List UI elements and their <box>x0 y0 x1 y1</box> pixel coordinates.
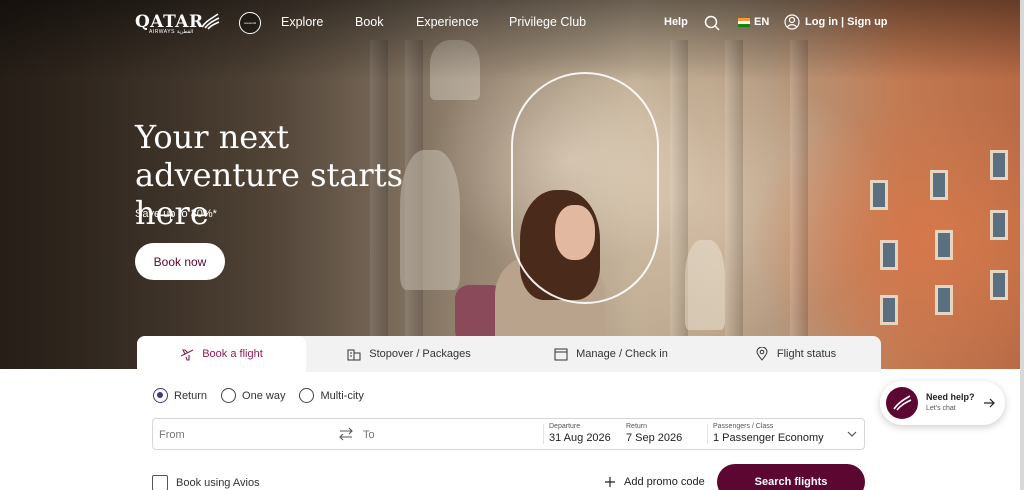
chevron-down-icon[interactable] <box>847 430 857 438</box>
divider <box>707 424 708 444</box>
location-pin-icon <box>756 347 768 361</box>
radio-button[interactable] <box>299 388 315 403</box>
help-link[interactable]: Help <box>664 16 688 28</box>
add-promo-code-link[interactable]: Add promo code <box>604 476 705 488</box>
to-field[interactable]: To <box>363 429 375 441</box>
help-subtitle: Let's chat <box>926 405 956 412</box>
oryx-icon <box>893 395 912 411</box>
radio-label: One way <box>242 389 286 402</box>
page-scrollbar[interactable] <box>1020 0 1024 490</box>
plane-icon <box>180 349 194 361</box>
avios-label: Book using Avios <box>176 477 260 489</box>
from-field[interactable]: From <box>159 429 185 441</box>
booking-tabs: Book a flight Stopover / Packages Manage… <box>137 336 881 372</box>
passengers-class-select[interactable]: 1 Passenger Economy <box>713 432 824 444</box>
radio-return[interactable]: Return <box>153 388 207 403</box>
search-icon[interactable] <box>704 15 720 31</box>
radio-one-way[interactable]: One way <box>221 388 285 403</box>
language-selector[interactable]: EN <box>754 16 769 28</box>
plus-icon <box>605 477 615 487</box>
help-title: Need help? <box>926 392 975 402</box>
swap-icon[interactable] <box>338 427 354 441</box>
building-icon <box>347 349 361 361</box>
top-navigation: QATAR AIRWAYS القطرية oneworld Explore B… <box>0 0 1024 46</box>
nav-explore[interactable]: Explore <box>281 15 323 29</box>
tab-book-a-flight[interactable]: Book a flight <box>137 336 306 372</box>
nav-experience[interactable]: Experience <box>416 15 479 29</box>
tab-label: Manage / Check in <box>576 348 668 360</box>
brand-subtitle: AIRWAYS القطرية <box>149 29 194 35</box>
radio-label: Multi-city <box>320 389 364 402</box>
hero-subtitle: Save up to 30%* <box>135 208 217 220</box>
arrow-right-icon[interactable] <box>982 396 996 410</box>
promo-label: Add promo code <box>624 476 705 488</box>
oneworld-icon[interactable]: oneworld <box>239 12 261 34</box>
oryx-icon <box>201 13 220 30</box>
qatar-airways-logo[interactable]: QATAR AIRWAYS القطرية <box>135 12 220 35</box>
departure-date[interactable]: 31 Aug 2026 <box>549 432 611 444</box>
tab-label: Book a flight <box>202 348 263 360</box>
help-chat-widget[interactable]: Need help? Let's chat <box>880 381 1005 425</box>
departure-label: Departure <box>549 423 581 430</box>
tab-label: Stopover / Packages <box>369 348 471 360</box>
hero-banner: Your next adventure starts here Save up … <box>0 0 1024 369</box>
nav-privilege-club[interactable]: Privilege Club <box>509 15 586 29</box>
calendar-icon <box>554 348 568 361</box>
tab-manage-check-in[interactable]: Manage / Check in <box>512 336 710 372</box>
user-icon[interactable] <box>784 14 800 30</box>
book-now-button[interactable]: Book now <box>135 243 225 280</box>
tab-label: Flight status <box>776 348 837 360</box>
checkbox[interactable] <box>152 475 168 490</box>
india-flag-icon[interactable] <box>738 18 750 27</box>
radio-multi-city[interactable]: Multi-city <box>299 388 364 403</box>
radio-button[interactable] <box>153 388 168 403</box>
search-flights-button[interactable]: Search flights <box>717 464 865 490</box>
return-label: Return <box>626 423 648 430</box>
tab-stopover-packages[interactable]: Stopover / Packages <box>306 336 512 372</box>
radio-button[interactable] <box>221 388 237 403</box>
login-signup-link[interactable]: Log in | Sign up <box>805 16 888 28</box>
trip-type-selector: Return One way Multi-city <box>153 388 364 403</box>
divider <box>543 424 544 444</box>
nav-book[interactable]: Book <box>355 15 384 29</box>
booking-panel: Return One way Multi-city From To Depart… <box>137 372 881 490</box>
avios-checkbox[interactable]: Book using Avios <box>152 475 260 490</box>
radio-label: Return <box>174 389 208 402</box>
tab-flight-status[interactable]: Flight status <box>710 336 881 372</box>
flight-search-box: From To Departure 31 Aug 2026 Return 7 S… <box>152 418 865 450</box>
return-date[interactable]: 7 Sep 2026 <box>626 432 682 444</box>
passengers-label: Passengers / Class <box>713 423 774 430</box>
arch-outline-decoration <box>511 72 659 304</box>
chat-avatar <box>886 387 918 419</box>
